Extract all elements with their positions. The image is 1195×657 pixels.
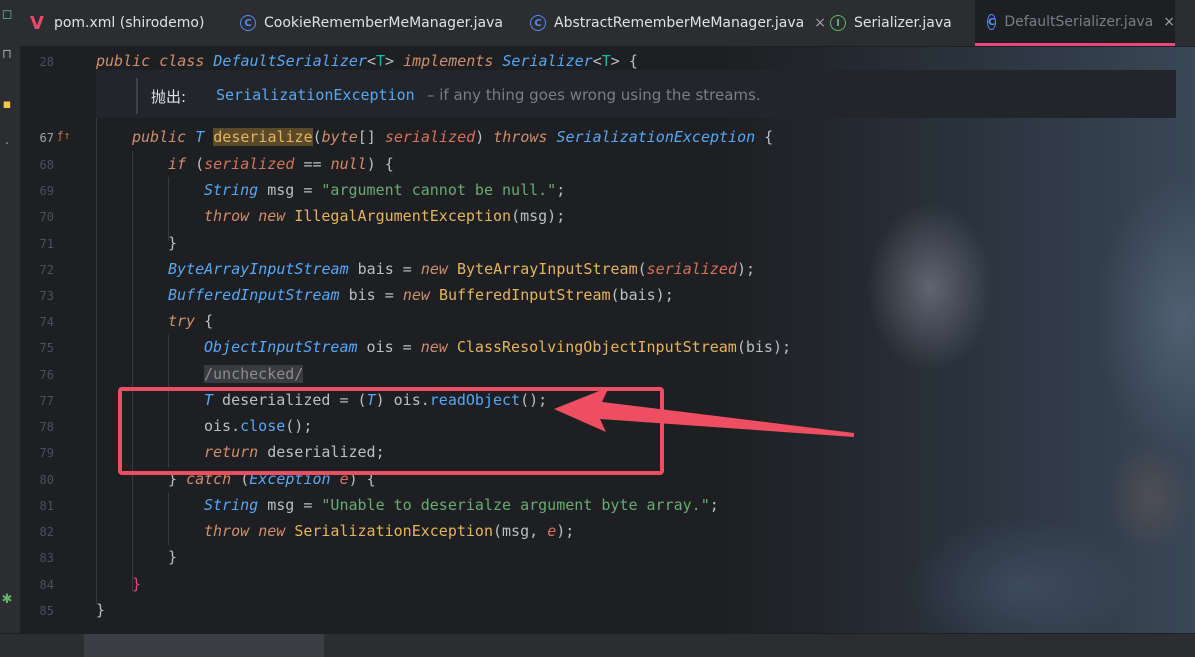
project-icon[interactable]: ◻ [0, 8, 14, 22]
tab-serializer[interactable]: I Serializer.java [830, 0, 952, 46]
tab-label: CookieRememberMeManager.java [264, 15, 503, 31]
indent-guide [96, 83, 97, 603]
bottom-panel-tab[interactable] [84, 634, 324, 657]
code-line-68: if (serialized == null) { [168, 155, 394, 173]
line-number: 84 [39, 578, 54, 592]
tab-label: DefaultSerializer.java [1004, 13, 1154, 30]
code-line-82: throw new SerializationException(msg, e)… [204, 522, 575, 540]
left-tool-strip: ◻ ⊓ ▪ · ✱ ▫ [0, 0, 21, 656]
javadoc-rendered-block: 抛出: SerializationException – if any thin… [96, 70, 1176, 118]
code-line-28: public class DefaultSerializer<T> implem… [96, 52, 638, 70]
code-line-70: throw new IllegalArgumentException(msg); [204, 207, 566, 225]
interface-icon: I [830, 15, 846, 31]
line-number: 81 [39, 499, 54, 513]
code-line-74: try { [168, 312, 214, 330]
line-number: 67 [39, 131, 54, 145]
more-icon[interactable]: · [0, 138, 14, 152]
code-line-73: BufferedInputStream bis = new BufferedIn… [168, 286, 674, 304]
line-number: 76 [39, 368, 54, 382]
line-number: 77 [39, 394, 54, 408]
indent-guide [168, 177, 169, 241]
line-number: 85 [39, 604, 54, 618]
indent-guide [168, 493, 169, 545]
tab-label: AbstractRememberMeManager.java [554, 15, 805, 31]
class-icon: C [987, 13, 997, 30]
line-number: 28 [39, 55, 54, 69]
class-icon: C [240, 15, 256, 31]
line-number: 69 [39, 184, 54, 198]
line-number: 82 [39, 525, 54, 539]
code-line-83: } [168, 548, 178, 566]
override-icon[interactable]: ƒ↑ [57, 129, 70, 142]
line-number: 71 [39, 237, 54, 251]
code-line-85: } [96, 601, 106, 619]
class-icon: C [530, 15, 546, 31]
annotation-arrow [554, 387, 854, 437]
maven-icon: V [30, 12, 44, 34]
tab-label: pom.xml (shirodemo) [53, 15, 205, 31]
settings-icon[interactable]: ✱ [0, 593, 14, 607]
code-line-75: ObjectInputStream ois = new ClassResolvi… [204, 338, 792, 356]
line-number: 83 [39, 551, 54, 565]
line-number: 79 [39, 446, 54, 460]
tab-label: Serializer.java [854, 15, 952, 31]
tab-cookie-remember-me-manager[interactable]: C CookieRememberMeManager.java [240, 0, 503, 46]
code-editor[interactable]: 28 67 ƒ↑ 68 69 70 71 72 73 74 75 76 77 7… [20, 47, 1195, 633]
doc-exception-link[interactable]: SerializationException [216, 86, 415, 104]
line-number: 68 [39, 158, 54, 172]
code-line-76: /unchecked/ [204, 365, 304, 383]
editor-tab-bar: V pom.xml (shirodemo) C CookieRememberMe… [20, 0, 1195, 47]
indent-guide [132, 151, 133, 591]
code-line-84: } [132, 575, 142, 593]
code-line-69: String msg = "argument cannot be null."; [204, 181, 566, 199]
bottom-panel-bar [0, 633, 1195, 657]
line-number: 70 [39, 210, 54, 224]
line-number: 73 [39, 289, 54, 303]
tab-abstract-remember-me-manager[interactable]: C AbstractRememberMeManager.java × [530, 0, 826, 46]
close-icon[interactable]: × [1163, 14, 1175, 30]
line-number: 80 [39, 473, 54, 487]
line-number: 72 [39, 263, 54, 277]
bookmark-icon[interactable]: ▪ [0, 98, 14, 112]
line-number: 75 [39, 341, 54, 355]
doc-divider [136, 78, 138, 114]
lock-icon[interactable]: ⊓ [0, 48, 14, 62]
code-line-81: String msg = "Unable to deserialze argum… [204, 496, 719, 514]
background-artwork [820, 167, 1195, 633]
tab-default-serializer[interactable]: C DefaultSerializer.java × [975, 0, 1175, 46]
code-line-72: ByteArrayInputStream bais = new ByteArra… [168, 260, 756, 278]
line-number: 78 [39, 420, 54, 434]
line-number: 74 [39, 315, 54, 329]
code-line-71: } [168, 234, 178, 252]
close-icon[interactable]: × [814, 15, 826, 31]
line-number-gutter: 28 67 ƒ↑ 68 69 70 71 72 73 74 75 76 77 7… [20, 47, 76, 633]
doc-description: – if any thing goes wrong using the stre… [427, 86, 761, 104]
tab-pom-xml[interactable]: V pom.xml (shirodemo) [30, 0, 204, 46]
code-line-67: public T deserialize(byte[] serialized) … [132, 128, 774, 146]
doc-throws-label: 抛出: [151, 88, 187, 106]
